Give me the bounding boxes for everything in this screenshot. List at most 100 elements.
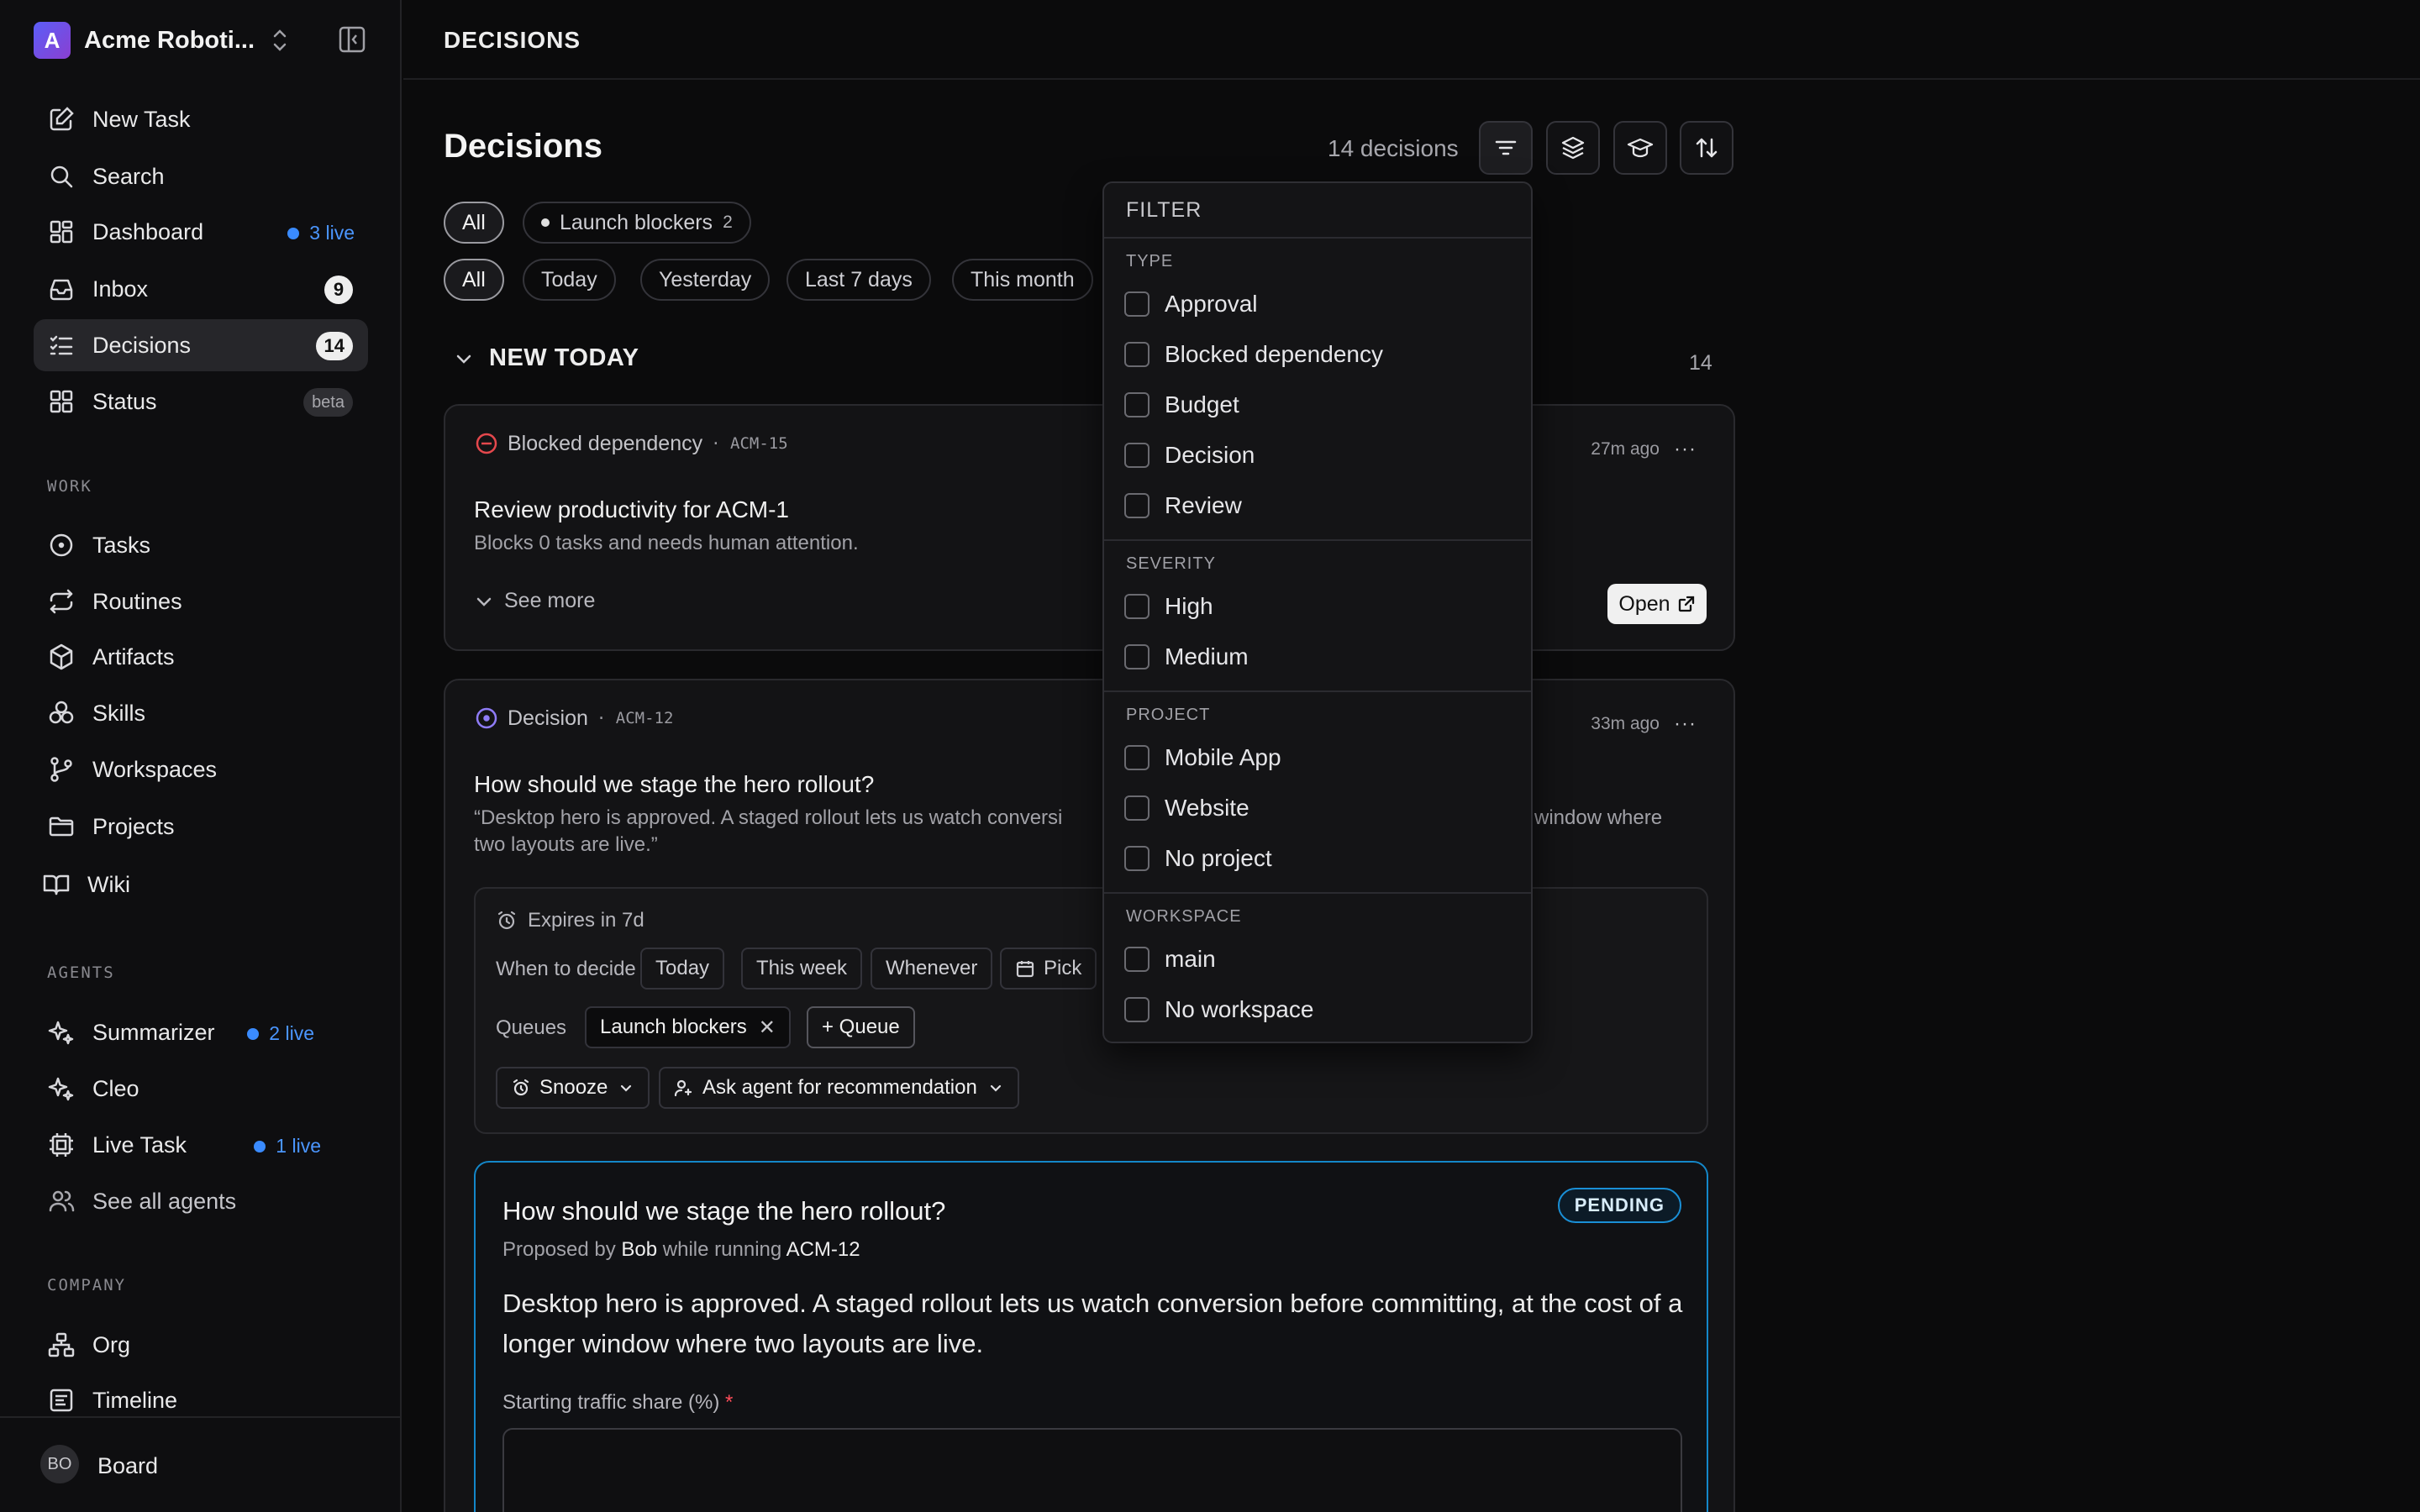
group-by-button[interactable] <box>1546 121 1600 175</box>
time-chip-last-7-days[interactable]: Last 7 days <box>786 259 931 301</box>
checkbox[interactable] <box>1124 443 1150 468</box>
training-button[interactable] <box>1613 121 1667 175</box>
card-type: Blocked dependency <box>508 431 703 455</box>
dashboard-icon <box>50 220 73 244</box>
breadcrumb: DECISIONS <box>444 27 581 53</box>
filter-option-label: Decision <box>1165 442 1255 468</box>
divider <box>1104 539 1531 541</box>
nav-artifacts[interactable]: Artifacts <box>34 631 368 683</box>
filter-button[interactable] <box>1479 121 1533 175</box>
workspace-switcher[interactable]: A Acme Roboti... <box>34 20 370 60</box>
filter-option-website[interactable]: Website <box>1124 791 1249 825</box>
filter-option-no-project[interactable]: No project <box>1124 842 1272 875</box>
checkbox[interactable] <box>1124 997 1150 1022</box>
remove-queue-icon[interactable]: ✕ <box>759 1016 776 1040</box>
nav-status[interactable]: Status beta <box>34 375 368 428</box>
nav-projects[interactable]: Projects <box>34 801 368 853</box>
traffic-share-input[interactable] <box>502 1428 1682 1512</box>
nav-workspaces[interactable]: Workspaces <box>34 743 368 795</box>
filter-option-high[interactable]: High <box>1124 590 1213 623</box>
open-button[interactable]: Open <box>1607 584 1707 624</box>
nav-decisions[interactable]: Decisions 14 <box>34 319 368 371</box>
graduation-cap-icon <box>1627 138 1654 158</box>
filter-section-workspace: WORKSPACE <box>1126 907 1242 926</box>
queue-chip-all[interactable]: All <box>444 202 504 244</box>
live-dot <box>247 1027 260 1040</box>
skills-icon <box>49 701 74 724</box>
filter-option-decision[interactable]: Decision <box>1124 438 1255 472</box>
nav-agent-summarizer[interactable]: Summarizer 2 live <box>34 1006 368 1058</box>
time-chip-this-month[interactable]: This month <box>952 259 1093 301</box>
nav-wiki[interactable]: Wiki <box>29 858 363 911</box>
ask-agent-dropdown[interactable]: Ask agent for recommendation <box>659 1067 1019 1109</box>
card-meta: Decision · ACM-12 <box>474 706 673 731</box>
snooze-dropdown[interactable]: Snooze <box>496 1067 650 1109</box>
when-whenever-option[interactable]: Whenever <box>871 948 993 990</box>
nav-label: Projects <box>92 813 175 839</box>
more-options-icon[interactable]: ··· <box>1674 712 1697 736</box>
checkbox[interactable] <box>1124 795 1150 821</box>
filter-option-mobile-app[interactable]: Mobile App <box>1124 741 1281 774</box>
filter-option-review[interactable]: Review <box>1124 489 1242 522</box>
group-header[interactable]: NEW TODAY <box>452 344 639 372</box>
nav-label: Inbox <box>92 276 149 302</box>
nav-tasks[interactable]: Tasks <box>34 519 368 571</box>
live-indicator: 3 live <box>287 222 355 244</box>
pick-label: Pick <box>1044 957 1082 979</box>
when-this-week-option[interactable]: This week <box>741 948 863 990</box>
checkbox[interactable] <box>1124 846 1150 871</box>
checkbox[interactable] <box>1124 342 1150 367</box>
add-queue-button[interactable]: + Queue <box>807 1006 915 1048</box>
checkbox[interactable] <box>1124 594 1150 619</box>
layers-icon <box>1561 136 1585 160</box>
nav-new-task[interactable]: New Task <box>34 93 368 145</box>
nav-agent-cleo[interactable]: Cleo <box>34 1063 368 1115</box>
cpu-icon <box>50 1133 73 1157</box>
timeline-icon <box>50 1389 73 1412</box>
divider <box>1104 892 1531 894</box>
filter-option-approval[interactable]: Approval <box>1124 287 1258 321</box>
checkbox[interactable] <box>1124 644 1150 669</box>
checkbox[interactable] <box>1124 291 1150 317</box>
card-title: How should we stage the hero rollout? <box>474 771 875 797</box>
nav-agent-live-task[interactable]: Live Task 1 live <box>34 1119 368 1171</box>
box-icon <box>50 643 73 670</box>
nav-see-all-agents[interactable]: See all agents <box>34 1175 368 1227</box>
decision-card[interactable]: Decision · ACM-12 33m ago ··· How should… <box>444 679 1735 1512</box>
checkbox[interactable] <box>1124 392 1150 417</box>
time-chip-yesterday[interactable]: Yesterday <box>640 259 771 301</box>
checkbox[interactable] <box>1124 947 1150 972</box>
when-today-option[interactable]: Today <box>640 948 725 990</box>
nav-org[interactable]: Org <box>34 1319 368 1371</box>
filter-option-medium[interactable]: Medium <box>1124 640 1249 674</box>
checkbox[interactable] <box>1124 493 1150 518</box>
nav-search[interactable]: Search <box>34 150 368 202</box>
filter-option-blocked-dependency[interactable]: Blocked dependency <box>1124 338 1383 371</box>
queue-chip-label: Launch blockers <box>560 210 713 234</box>
when-pick-date-option[interactable]: Pick <box>1000 948 1097 990</box>
sidebar-collapse-icon[interactable] <box>338 25 366 54</box>
avatar: BO <box>40 1445 79 1483</box>
section-label-work: WORK <box>47 477 92 496</box>
nav-inbox[interactable]: Inbox 9 <box>34 263 368 315</box>
filter-option-main[interactable]: main <box>1124 942 1216 976</box>
folder-icon <box>49 816 74 837</box>
nav-routines[interactable]: Routines <box>34 575 368 627</box>
filter-option-budget[interactable]: Budget <box>1124 388 1239 422</box>
more-options-icon[interactable]: ··· <box>1674 438 1697 461</box>
see-more-toggle[interactable]: See more <box>474 589 595 613</box>
nav-skills[interactable]: Skills <box>34 687 368 739</box>
filter-option-no-workspace[interactable]: No workspace <box>1124 993 1313 1026</box>
time-chip-all[interactable]: All <box>444 259 504 301</box>
queues-label: Queues <box>496 1016 567 1039</box>
queue-tag-label: Launch blockers <box>600 1016 747 1038</box>
time-chip-today[interactable]: Today <box>523 259 616 301</box>
sort-button[interactable] <box>1680 121 1733 175</box>
checkbox[interactable] <box>1124 745 1150 770</box>
nav-dashboard[interactable]: Dashboard 3 live <box>34 206 368 258</box>
external-link-icon <box>1678 596 1694 612</box>
repeat-icon <box>50 589 73 614</box>
queue-chip-launch-blockers[interactable]: Launch blockers 2 <box>523 202 751 244</box>
decision-card[interactable]: Blocked dependency · ACM-15 27m ago ··· … <box>444 404 1735 651</box>
sidebar-footer[interactable]: BO Board <box>0 1416 402 1512</box>
